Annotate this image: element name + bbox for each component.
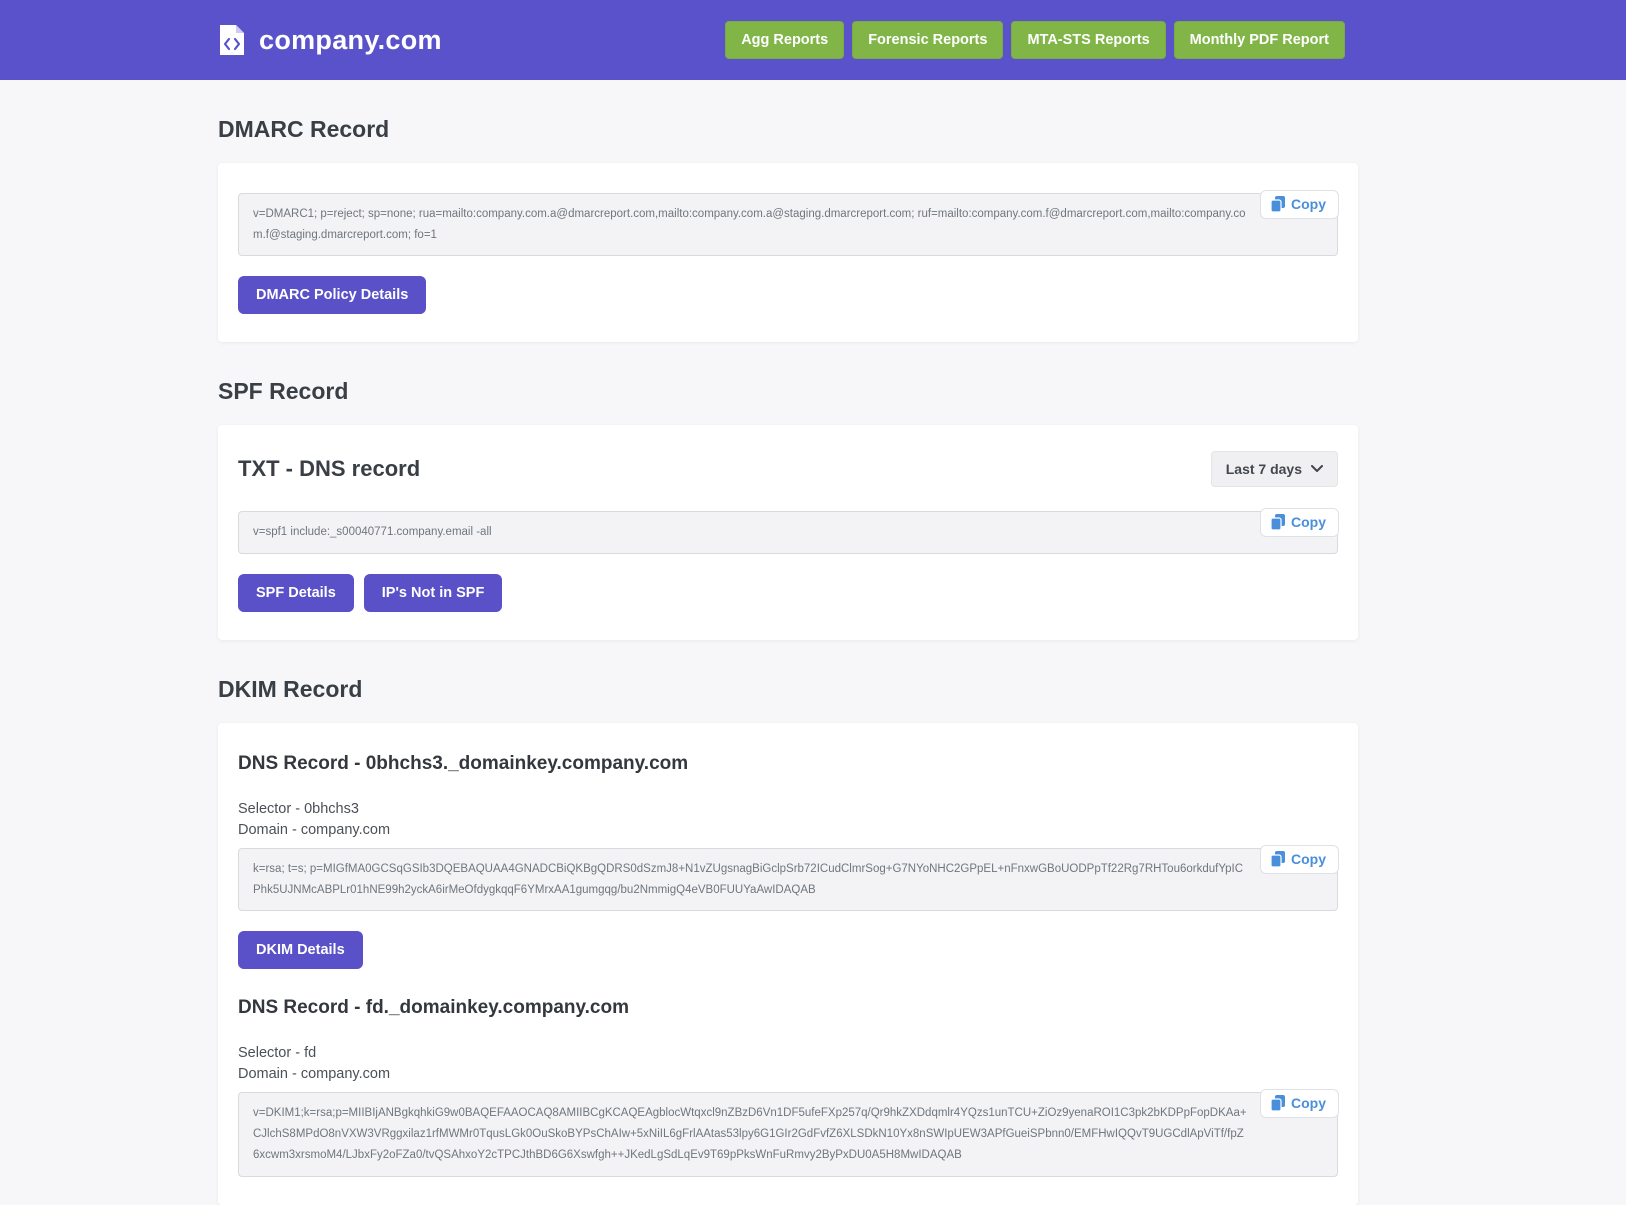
clipboard-icon: [1271, 514, 1285, 531]
dkim-section-title: DKIM Record: [218, 676, 363, 703]
spf-card: TXT - DNS record Last 7 days v=spf1 incl…: [218, 425, 1358, 641]
spf-card-title: TXT - DNS record: [238, 456, 421, 482]
spf-details-button[interactable]: SPF Details: [238, 574, 354, 613]
spf-buttons-row: SPF Details IP's Not in SPF: [238, 574, 1338, 613]
period-selector-dropdown[interactable]: Last 7 days: [1210, 451, 1338, 488]
dkim-record-1-selector: Selector - 0bhchs3: [238, 801, 359, 818]
dmarc-card: v=DMARC1; p=reject; sp=none; rua=mailto:…: [218, 163, 1358, 343]
app-header: company.com Agg Reports Forensic Reports…: [0, 0, 1626, 80]
clipboard-icon: [1271, 1095, 1285, 1112]
dkim-card: DNS Record - 0bhchs3._domainkey.company.…: [218, 723, 1358, 1205]
copy-button-label: Copy: [1291, 851, 1326, 868]
dkim-record-2-copy-button[interactable]: Copy: [1260, 1089, 1339, 1119]
nav-agg-reports-button[interactable]: Agg Reports: [725, 21, 845, 59]
brand-logo[interactable]: company.com: [218, 23, 442, 57]
nav-forensic-reports-button[interactable]: Forensic Reports: [852, 21, 1004, 59]
copy-button-label: Copy: [1291, 1095, 1326, 1112]
chevron-down-icon: [1311, 465, 1323, 473]
dkim-record-2-wrap: v=DKIM1;k=rsa;p=MIIBIjANBgkqhkiG9w0BAQEF…: [238, 1089, 1339, 1177]
nav-monthly-pdf-report-button[interactable]: Monthly PDF Report: [1173, 21, 1345, 59]
clipboard-icon: [1271, 196, 1285, 212]
dmarc-section-title: DMARC Record: [218, 116, 390, 142]
dkim-record-1-copy-button[interactable]: Copy: [1260, 845, 1339, 875]
dkim-details-button[interactable]: DKIM Details: [238, 931, 363, 970]
copy-button-label: Copy: [1291, 514, 1326, 531]
dkim-record-1-domain: Domain - company.com: [238, 822, 391, 839]
dkim-record-2-heading: DNS Record - fd._domainkey.company.com: [238, 997, 629, 1019]
clipboard-icon: [1271, 851, 1285, 868]
nav-mta-sts-reports-button[interactable]: MTA-STS Reports: [1011, 21, 1166, 59]
file-code-icon: [218, 23, 246, 57]
header-nav: Agg Reports Forensic Reports MTA-STS Rep…: [725, 21, 1345, 59]
spf-copy-button[interactable]: Copy: [1260, 508, 1339, 538]
dmarc-record-wrap: v=DMARC1; p=reject; sp=none; rua=mailto:…: [238, 190, 1339, 257]
ips-not-in-spf-button[interactable]: IP's Not in SPF: [363, 574, 503, 613]
dkim-record-1-heading: DNS Record - 0bhchs3._domainkey.company.…: [238, 753, 689, 775]
spf-card-head: TXT - DNS record Last 7 days: [238, 451, 1338, 488]
main-content: DMARC Record v=DMARC1; p=reject; sp=none…: [218, 116, 1358, 1205]
brand-name: company.com: [259, 24, 442, 55]
spf-record-wrap: v=spf1 include:_s00040771.company.email …: [238, 508, 1339, 555]
spf-record-value: v=spf1 include:_s00040771.company.email …: [238, 511, 1338, 555]
dkim-record-2-domain: Domain - company.com: [238, 1066, 391, 1083]
dkim-record-1-value: k=rsa; t=s; p=MIGfMA0GCSqGSIb3DQEBAQUAA4…: [238, 848, 1338, 912]
spf-section-title: SPF Record: [218, 378, 349, 405]
copy-button-label: Copy: [1291, 196, 1326, 212]
dmarc-record-value: v=DMARC1; p=reject; sp=none; rua=mailto:…: [238, 193, 1338, 257]
dkim-record-1-wrap: k=rsa; t=s; p=MIGfMA0GCSqGSIb3DQEBAQUAA4…: [238, 845, 1339, 912]
dkim-record-2-value: v=DKIM1;k=rsa;p=MIIBIjANBgkqhkiG9w0BAQEF…: [238, 1092, 1338, 1177]
dmarc-copy-button[interactable]: Copy: [1260, 190, 1339, 219]
dkim-record-2-selector: Selector - fd: [238, 1045, 317, 1062]
period-selector-value: Last 7 days: [1225, 461, 1302, 478]
dmarc-policy-details-button[interactable]: DMARC Policy Details: [238, 276, 427, 315]
